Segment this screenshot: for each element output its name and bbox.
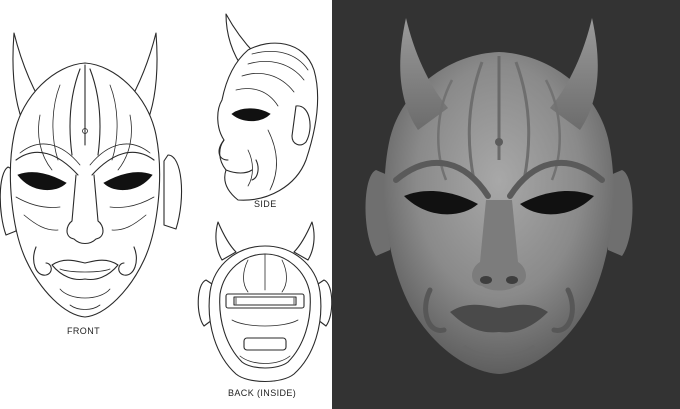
front-right-ear <box>163 154 183 230</box>
back-left-horn <box>215 221 237 261</box>
back-right-horn <box>293 221 315 261</box>
front-view-label: FRONT <box>67 326 100 336</box>
side-ear <box>291 105 311 146</box>
oni-mask-reference-sheet: FRONT SIDE BACK (INSIDE) <box>0 0 680 409</box>
front-view-drawing <box>0 32 183 318</box>
sculpt-mask-render <box>365 18 633 374</box>
back-view-label: BACK (INSIDE) <box>228 388 297 398</box>
line-art-panel: FRONT SIDE BACK (INSIDE) <box>0 0 333 409</box>
back-strap <box>225 293 305 309</box>
sculpt-render-panel <box>332 0 680 409</box>
back-view-drawing <box>197 221 333 382</box>
side-view-drawing <box>217 13 319 201</box>
side-view-label: SIDE <box>254 199 277 209</box>
